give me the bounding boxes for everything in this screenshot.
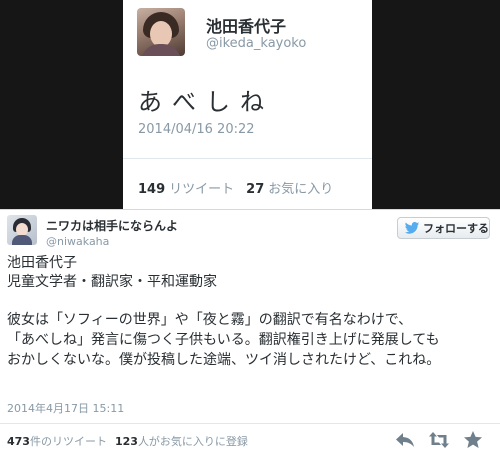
author-handle[interactable]: @niwakaha (46, 235, 109, 248)
tweet-text-line-1: 池田香代子 (7, 255, 77, 271)
retweet-icon[interactable] (428, 430, 450, 450)
embedded-retweet-label: リツイート (169, 182, 235, 197)
tweet-stats: 473件のリツイート 123人がお気に入りに登録 (7, 433, 248, 449)
footer-divider (0, 423, 500, 424)
embedded-divider (123, 158, 372, 159)
tweet-text-line-2: 児童文学者・翻訳家・平和運動家 (7, 274, 217, 290)
embedded-author-handle: @ikeda_kayoko (206, 36, 307, 51)
embedded-tweet-text: あべしね (138, 88, 274, 116)
embedded-favorite-label: お気に入り (268, 182, 334, 197)
embedded-avatar (137, 8, 185, 56)
retweet-count-label[interactable]: 件のリツイート (30, 435, 107, 448)
favorite-count-label[interactable]: 人がお気に入りに登録 (138, 435, 248, 448)
tweet-text-line-5: おかしくないな。僕が投稿した途端、ツイ消しされたけど、これね。 (7, 352, 441, 368)
reply-icon[interactable] (394, 430, 416, 450)
twitter-bird-icon (404, 222, 420, 234)
embedded-screenshot-backdrop: 池田香代子 @ikeda_kayoko あべしね 2014/04/16 20:2… (0, 0, 500, 209)
tweet-timestamp[interactable]: 2014年4月17日 15:11 (7, 400, 124, 416)
avatar[interactable] (7, 215, 37, 245)
section-divider (0, 209, 500, 210)
embedded-author-name: 池田香代子 (206, 17, 287, 36)
follow-button[interactable]: フォローする (397, 217, 490, 239)
embedded-stats: 149 リツイート 27 お気に入り (138, 178, 333, 197)
star-icon[interactable] (462, 430, 484, 450)
favorite-count[interactable]: 123 (115, 435, 138, 448)
embedded-favorite-count: 27 (246, 182, 265, 197)
embedded-timestamp: 2014/04/16 20:22 (138, 122, 255, 137)
embedded-tweet-card: 池田香代子 @ikeda_kayoko あべしね 2014/04/16 20:2… (123, 0, 372, 209)
embedded-retweet-count: 149 (138, 182, 166, 197)
retweet-count[interactable]: 473 (7, 435, 30, 448)
tweet-text-line-3: 彼女は「ソフィーの世界」や「夜と霧」の翻訳で有名なわけで、 (7, 312, 413, 328)
tweet-text-line-4: 「あべしね」発言に傷つく子供もいる。翻訳権引き上げに発展しても (7, 332, 440, 348)
follow-button-label: フォローする (423, 222, 489, 235)
author-name[interactable]: ニワカは相手にならんよ (46, 217, 178, 234)
